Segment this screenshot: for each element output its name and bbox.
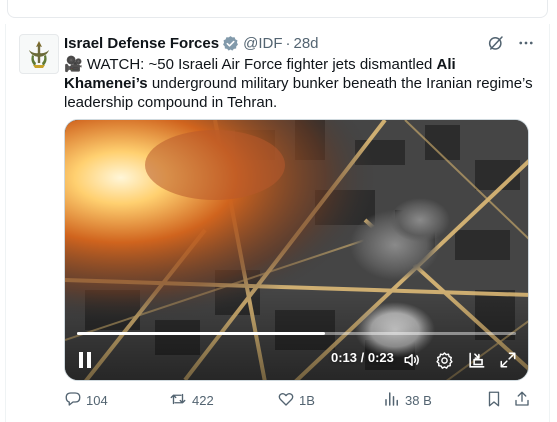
avatar[interactable]: [19, 34, 59, 74]
verified-badge-icon[interactable]: [222, 35, 239, 52]
previous-post-card: [7, 0, 548, 18]
header-actions: [487, 34, 535, 57]
video-player[interactable]: 0:13 / 0:23: [64, 119, 529, 381]
tweet-header: Israel Defense Forces @IDF · 28d: [64, 33, 319, 53]
grok-icon[interactable]: [487, 34, 505, 57]
volume-icon[interactable]: [401, 350, 423, 370]
pause-icon[interactable]: [75, 350, 95, 370]
video-time: 0:13 / 0:23: [331, 350, 394, 365]
repost-button[interactable]: 422: [168, 390, 214, 411]
tweet-actions: 104 422 1B 38 B: [64, 390, 544, 410]
post-timestamp[interactable]: 28d: [293, 35, 318, 52]
views-count: 38 B: [405, 393, 432, 408]
author-handle[interactable]: @IDF: [243, 35, 282, 52]
views-icon: [383, 390, 401, 411]
author-name[interactable]: Israel Defense Forces: [64, 35, 219, 52]
header-separator: ·: [285, 34, 291, 52]
idf-logo-icon: [29, 41, 49, 68]
settings-icon[interactable]: [433, 350, 455, 370]
bookmark-button[interactable]: [485, 390, 503, 411]
tweet-text-prefix: 🎥 WATCH: ~50 Israeli Air Force fighter j…: [64, 56, 437, 73]
like-count: 1B: [299, 393, 315, 408]
views-button[interactable]: 38 B: [383, 390, 432, 411]
bookmark-icon: [485, 390, 503, 411]
video-progress-fill: [77, 332, 326, 335]
video-progress-bar[interactable]: [77, 332, 516, 335]
more-icon[interactable]: [517, 34, 535, 57]
reply-icon: [64, 390, 82, 411]
tweet-text: 🎥 WATCH: ~50 Israeli Air Force fighter j…: [64, 55, 534, 112]
dock-icon[interactable]: [465, 350, 487, 370]
video-controls: 0:13 / 0:23: [65, 340, 528, 380]
like-button[interactable]: 1B: [277, 390, 315, 411]
repost-icon: [168, 390, 188, 411]
share-icon: [513, 390, 531, 411]
like-icon: [277, 390, 295, 411]
share-button[interactable]: [513, 390, 531, 411]
repost-count: 422: [192, 393, 214, 408]
tweet-card[interactable]: Israel Defense Forces @IDF · 28d 🎥 WATCH…: [5, 24, 550, 422]
reply-button[interactable]: 104: [64, 390, 108, 411]
fullscreen-icon[interactable]: [497, 350, 519, 370]
reply-count: 104: [86, 393, 108, 408]
